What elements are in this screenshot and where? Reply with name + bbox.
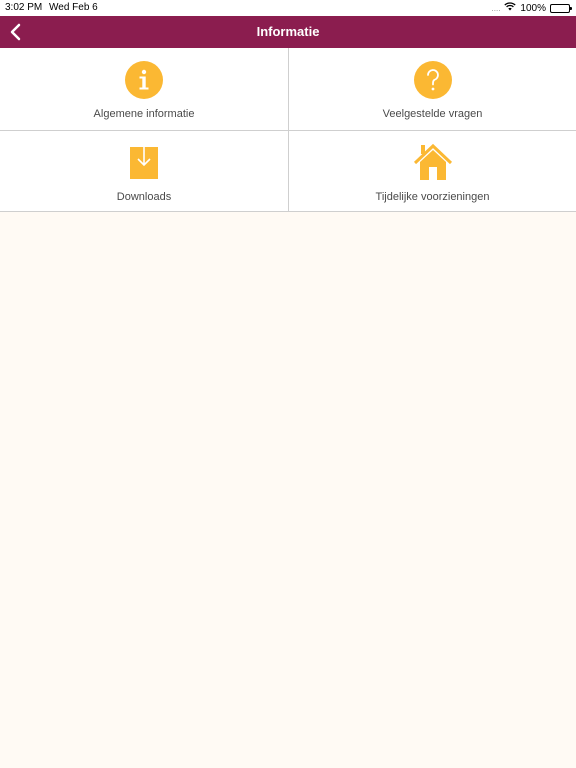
tile-tijdelijke-voorzieningen[interactable]: Tijdelijke voorzieningen xyxy=(288,130,576,212)
status-bar: 3:02 PM Wed Feb 6 .... 100% xyxy=(0,0,576,16)
house-icon xyxy=(413,143,452,180)
tile-label: Veelgestelde vragen xyxy=(382,108,483,120)
navigation-bar: Informatie xyxy=(0,16,576,48)
status-time: 3:02 PM xyxy=(5,2,43,13)
download-icon xyxy=(130,145,158,179)
battery-icon xyxy=(550,3,572,13)
tile-veelgestelde-vragen[interactable]: Veelgestelde vragen xyxy=(288,48,576,130)
status-date: Wed Feb 6 xyxy=(49,2,98,13)
menu-grid: Algemene informatie Veelgestelde vragen … xyxy=(0,48,576,212)
status-indicators: .... 100% xyxy=(491,2,572,14)
page-title: Informatie xyxy=(256,24,320,39)
question-icon xyxy=(413,61,452,99)
tile-algemene-informatie[interactable]: Algemene informatie xyxy=(0,48,288,130)
tile-label: Algemene informatie xyxy=(93,108,195,120)
battery-percent: 100% xyxy=(520,2,546,14)
info-icon xyxy=(125,61,163,99)
tile-label: Tijdelijke voorzieningen xyxy=(375,191,490,203)
tile-downloads[interactable]: Downloads xyxy=(0,130,288,212)
cellular-signal-icon: .... xyxy=(491,3,501,13)
wifi-icon xyxy=(504,2,517,14)
tile-label: Downloads xyxy=(116,191,172,203)
